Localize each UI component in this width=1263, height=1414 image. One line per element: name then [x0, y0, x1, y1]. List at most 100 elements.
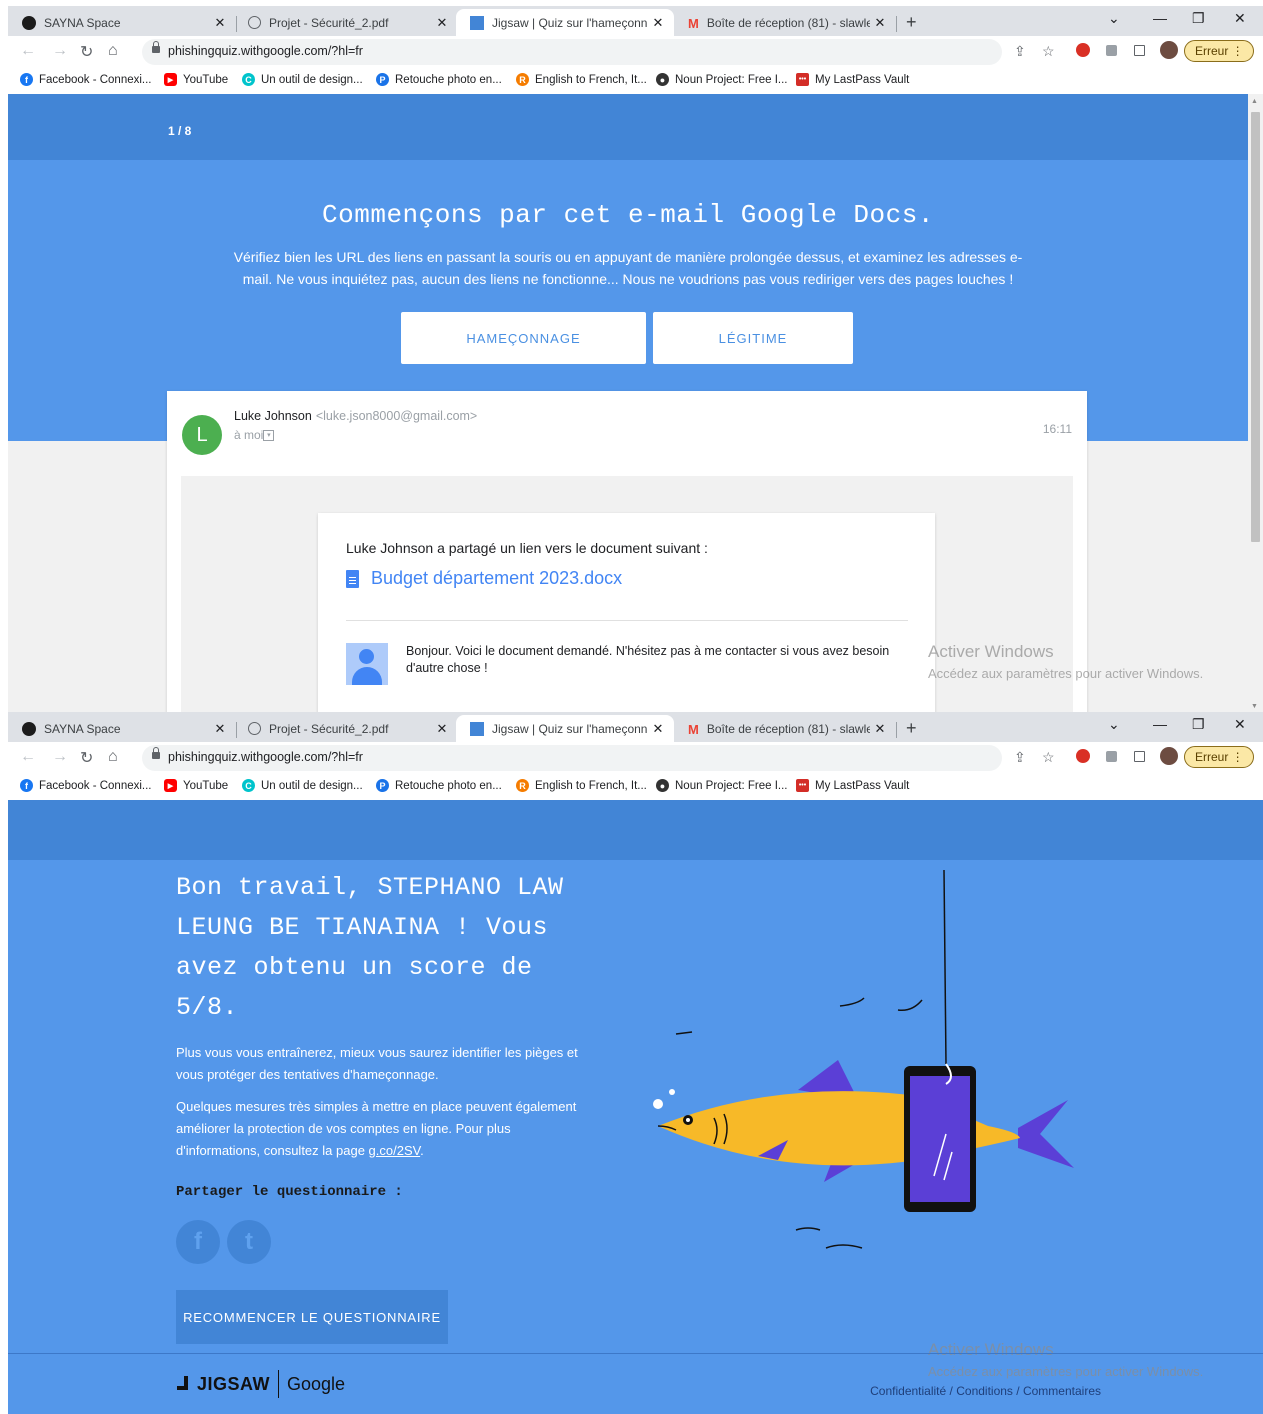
browser-window-result: SAYNA Space ✕ Projet - Sécurité_2.pdf ✕ … [8, 712, 1263, 1414]
reload-icon[interactable]: ↻ [80, 748, 93, 768]
bookmark-youtube[interactable]: ▶ YouTube [164, 779, 228, 792]
close-icon[interactable]: ✕ [648, 721, 668, 737]
twitter-share-button[interactable]: t [227, 1220, 271, 1264]
share-icon[interactable]: ⇪ [1014, 43, 1026, 60]
youtube-icon: ▶ [164, 779, 177, 792]
bookmark-facebook[interactable]: f Facebook - Connexi... [20, 779, 152, 792]
restore-button[interactable]: ❐ [1192, 10, 1205, 27]
minimize-button[interactable]: — [1153, 10, 1167, 26]
profile-error-button[interactable]: Erreur ⋮ [1184, 40, 1254, 62]
home-icon[interactable]: ⌂ [108, 748, 118, 766]
address-bar[interactable]: phishingquiz.withgoogle.com/?hl=fr ⇪ ☆ [142, 745, 1055, 771]
tab-search-icon[interactable]: ⌄ [1108, 716, 1120, 733]
result-paragraph-2: Quelques mesures très simples à mettre e… [176, 1099, 577, 1158]
close-icon[interactable]: ✕ [648, 15, 668, 31]
profile-error-button[interactable]: Erreur ⋮ [1184, 746, 1254, 768]
privacy-link[interactable]: Confidentialité [870, 1384, 946, 1398]
facebook-share-button[interactable]: f [176, 1220, 220, 1264]
google-logo-text[interactable]: Google [287, 1374, 345, 1395]
adblock-icon[interactable] [1076, 43, 1090, 57]
bookmark-noun-project[interactable]: ● Noun Project: Free I... [656, 779, 788, 792]
facebook-icon: f [20, 73, 33, 86]
tab-pdf[interactable]: Projet - Sécurité_2.pdf ✕ [234, 715, 458, 742]
tab-title: SAYNA Space [44, 721, 121, 736]
close-window-button[interactable]: ✕ [1234, 716, 1246, 733]
2sv-link[interactable]: g.co/2SV [369, 1143, 421, 1158]
feedback-link[interactable]: Commentaires [1023, 1384, 1101, 1398]
bookmark-facebook[interactable]: f Facebook - Connexi... [20, 73, 152, 86]
forward-icon[interactable]: → [52, 748, 68, 766]
sender-address[interactable]: <luke.json8000@gmail.com> [316, 409, 477, 423]
sidebar-icon[interactable] [1134, 751, 1145, 762]
close-icon[interactable]: ✕ [870, 721, 890, 737]
back-icon[interactable]: ← [20, 42, 36, 60]
tab-sayna[interactable]: SAYNA Space ✕ [8, 715, 236, 742]
bookmark-photo[interactable]: P Retouche photo en... [376, 779, 502, 792]
restart-quiz-button[interactable]: RECOMMENCER LE QUESTIONNAIRE [176, 1290, 448, 1344]
tab-gmail[interactable]: M Boîte de réception (81) - slawleu ✕ [674, 715, 896, 742]
tab-title: SAYNA Space [44, 15, 121, 30]
address-bar[interactable]: phishingquiz.withgoogle.com/?hl=fr ⇪ ☆ [142, 39, 1055, 65]
bookmark-photo[interactable]: P Retouche photo en... [376, 73, 502, 86]
reverso-icon: R [516, 73, 529, 86]
question-description: Vérifiez bien les URL des liens en passa… [233, 249, 1023, 287]
extensions-icon[interactable] [1106, 751, 1117, 762]
reload-icon[interactable]: ↻ [80, 42, 93, 62]
tab-title: Jigsaw | Quiz sur l'hameçonnage [492, 721, 648, 736]
bookmark-star-icon[interactable]: ☆ [1042, 749, 1055, 766]
bookmark-reverso[interactable]: R English to French, It... [516, 779, 647, 792]
close-icon[interactable]: ✕ [210, 721, 230, 737]
chevron-down-icon[interactable]: ▾ [263, 430, 275, 442]
phishing-button[interactable]: HAMEÇONNAGE [401, 312, 646, 364]
bookmark-canva[interactable]: C Un outil de design... [242, 73, 363, 86]
tab-jigsaw[interactable]: Jigsaw | Quiz sur l'hameçonnage ✕ [456, 9, 674, 36]
legitimate-button[interactable]: LÉGITIME [653, 312, 853, 364]
scrollbar-thumb[interactable] [1251, 112, 1260, 542]
page-scrollbar[interactable]: ▲ ▼ [1248, 94, 1263, 712]
new-tab-button[interactable]: + [906, 12, 917, 33]
result-page: Bon travail, STEPHANO LAW LEUNG BE TIANA… [8, 800, 1263, 1414]
close-window-button[interactable]: ✕ [1234, 10, 1246, 27]
restore-button[interactable]: ❐ [1192, 716, 1205, 733]
bookmark-noun-project[interactable]: ● Noun Project: Free I... [656, 73, 788, 86]
tab-search-icon[interactable]: ⌄ [1108, 10, 1120, 27]
tab-sayna[interactable]: SAYNA Space ✕ [8, 9, 236, 36]
tab-title: Jigsaw | Quiz sur l'hameçonnage [492, 15, 648, 30]
tab-pdf[interactable]: Projet - Sécurité_2.pdf ✕ [234, 9, 458, 36]
close-icon[interactable]: ✕ [210, 15, 230, 31]
globe-icon [248, 16, 261, 29]
result-heading: Bon travail, STEPHANO LAW LEUNG BE TIANA… [176, 873, 564, 1022]
back-icon[interactable]: ← [20, 748, 36, 766]
home-icon[interactable]: ⌂ [108, 42, 118, 60]
extensions-icon[interactable] [1106, 45, 1117, 56]
bookmark-lastpass[interactable]: ••• My LastPass Vault [796, 779, 909, 792]
tab-title: Projet - Sécurité_2.pdf [269, 721, 389, 736]
forward-icon[interactable]: → [52, 42, 68, 60]
bookmarks-bar: f Facebook - Connexi... ▶ YouTube C Un outi… [8, 774, 1263, 801]
doc-link[interactable]: Budget département 2023.docx [346, 568, 622, 589]
close-icon[interactable]: ✕ [432, 721, 452, 737]
scroll-up-icon[interactable]: ▲ [1251, 98, 1258, 105]
minimize-button[interactable]: — [1153, 716, 1167, 732]
share-icon[interactable]: ⇪ [1014, 749, 1026, 766]
bookmark-canva[interactable]: C Un outil de design... [242, 779, 363, 792]
sender: Luke Johnson <luke.json8000@gmail.com> [234, 409, 477, 423]
sidebar-icon[interactable] [1134, 45, 1145, 56]
close-icon[interactable]: ✕ [870, 15, 890, 31]
terms-link[interactable]: Conditions [956, 1384, 1013, 1398]
profile-avatar-icon[interactable] [1160, 747, 1178, 765]
bookmark-youtube[interactable]: ▶ YouTube [164, 73, 228, 86]
close-icon[interactable]: ✕ [432, 15, 452, 31]
tab-gmail[interactable]: M Boîte de réception (81) - slawleu ✕ [674, 9, 896, 36]
bookmark-star-icon[interactable]: ☆ [1042, 43, 1055, 60]
tab-title: Projet - Sécurité_2.pdf [269, 15, 389, 30]
bookmark-lastpass[interactable]: ••• My LastPass Vault [796, 73, 909, 86]
adblock-icon[interactable] [1076, 749, 1090, 763]
profile-avatar-icon[interactable] [1160, 41, 1178, 59]
bookmark-reverso[interactable]: R English to French, It... [516, 73, 647, 86]
jigsaw-logo-text[interactable]: JIGSAW [197, 1374, 270, 1395]
scroll-down-icon[interactable]: ▼ [1251, 703, 1258, 710]
bookmarks-bar: f Facebook - Connexi... ▶ YouTube C Un outi… [8, 68, 1263, 95]
tab-jigsaw[interactable]: Jigsaw | Quiz sur l'hameçonnage ✕ [456, 715, 674, 742]
new-tab-button[interactable]: + [906, 718, 917, 739]
